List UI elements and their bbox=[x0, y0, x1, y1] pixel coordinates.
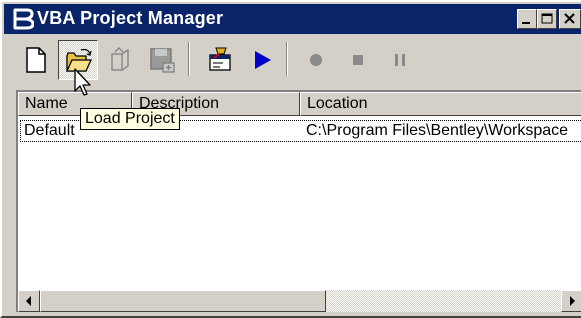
stop-icon bbox=[353, 55, 363, 65]
project-location: C:\Program Files\Bentley\Workspace bbox=[306, 122, 569, 139]
vba-editor-icon bbox=[209, 47, 231, 71]
minimize-icon bbox=[522, 22, 530, 24]
mouse-pointer-icon bbox=[74, 68, 91, 96]
load-project-tooltip: Load Project bbox=[80, 108, 180, 130]
run-macro-icon bbox=[255, 51, 271, 69]
arrow-right-icon bbox=[570, 296, 575, 306]
vba-editor-button[interactable] bbox=[200, 40, 240, 80]
close-button[interactable] bbox=[559, 9, 581, 29]
scrollbar-thumb[interactable] bbox=[40, 290, 326, 312]
save-project-button[interactable] bbox=[142, 40, 182, 80]
scroll-left-button[interactable] bbox=[18, 290, 40, 312]
run-macro-button[interactable] bbox=[242, 40, 282, 80]
maximize-icon bbox=[541, 13, 553, 24]
arrow-left-icon bbox=[26, 296, 31, 306]
column-header-location[interactable]: Location bbox=[300, 92, 581, 116]
new-document-icon bbox=[26, 47, 46, 73]
bentley-b-icon bbox=[13, 8, 34, 30]
record-icon bbox=[310, 54, 322, 66]
vba-project-manager-window: VBA Project Manager Name Description Loc… bbox=[0, 0, 581, 318]
save-project-icon bbox=[150, 48, 175, 73]
pause-macro-button[interactable] bbox=[380, 40, 420, 80]
new-project-button[interactable] bbox=[16, 40, 56, 80]
minimize-button[interactable] bbox=[517, 9, 537, 29]
horizontal-scrollbar[interactable] bbox=[18, 290, 581, 312]
record-macro-button[interactable] bbox=[296, 40, 336, 80]
unload-project-icon bbox=[111, 46, 129, 71]
title-bar[interactable]: VBA Project Manager bbox=[4, 4, 581, 34]
stop-macro-button[interactable] bbox=[338, 40, 378, 80]
toolbar-separator bbox=[286, 42, 288, 76]
scroll-right-button[interactable] bbox=[561, 290, 581, 312]
toolbar-separator bbox=[188, 42, 190, 76]
maximize-button[interactable] bbox=[537, 9, 557, 29]
unload-project-button[interactable] bbox=[100, 40, 140, 80]
window-title: VBA Project Manager bbox=[37, 8, 224, 28]
pause-icon bbox=[395, 54, 405, 66]
close-icon bbox=[564, 13, 575, 24]
